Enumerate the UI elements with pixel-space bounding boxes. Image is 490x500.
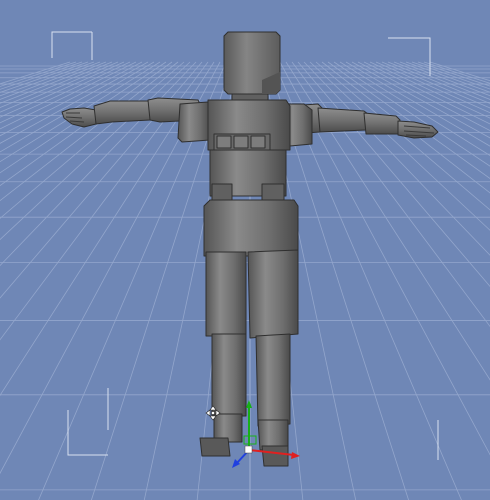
grid-line [0, 61, 209, 341]
right-thigh[interactable] [247, 249, 299, 339]
chest-block [233, 135, 249, 149]
right-foot[interactable] [261, 445, 289, 467]
grid-line [0, 61, 119, 113]
grid-line [0, 61, 77, 87]
3d-viewport[interactable] [0, 0, 490, 500]
grid-line [0, 61, 149, 144]
abdomen-right-plate [261, 183, 285, 201]
right-forearm[interactable] [317, 107, 369, 133]
viewport-canvas[interactable] [0, 0, 490, 500]
chest-block [250, 135, 266, 149]
bracket-top-left [51, 31, 92, 58]
grid-line [429, 61, 490, 82]
grid-line [0, 61, 179, 202]
gizmo-axis-y-arrow[interactable] [246, 400, 252, 408]
chest-blocks [216, 135, 266, 149]
grid-line [0, 61, 167, 174]
cursor-center [211, 411, 215, 415]
grid-line [0, 61, 71, 85]
grid-line [0, 61, 113, 108]
grid-line [0, 61, 197, 267]
gizmo-center-handle[interactable] [244, 445, 253, 454]
grid-line [0, 61, 143, 137]
abdomen-left-plate [211, 183, 233, 201]
grid-line [0, 61, 185, 219]
right-shin[interactable] [255, 333, 291, 427]
grid-line [0, 61, 131, 124]
grid-line [0, 61, 125, 118]
chest-block [216, 135, 232, 149]
left-forearm[interactable] [93, 100, 151, 125]
right-wrist[interactable] [363, 112, 401, 135]
grid-line [0, 61, 155, 153]
hips[interactable] [203, 199, 299, 257]
left-shin[interactable] [211, 333, 247, 417]
left-thigh[interactable] [205, 251, 247, 337]
left-shoulder[interactable] [177, 101, 211, 143]
left-foot[interactable] [199, 437, 231, 457]
